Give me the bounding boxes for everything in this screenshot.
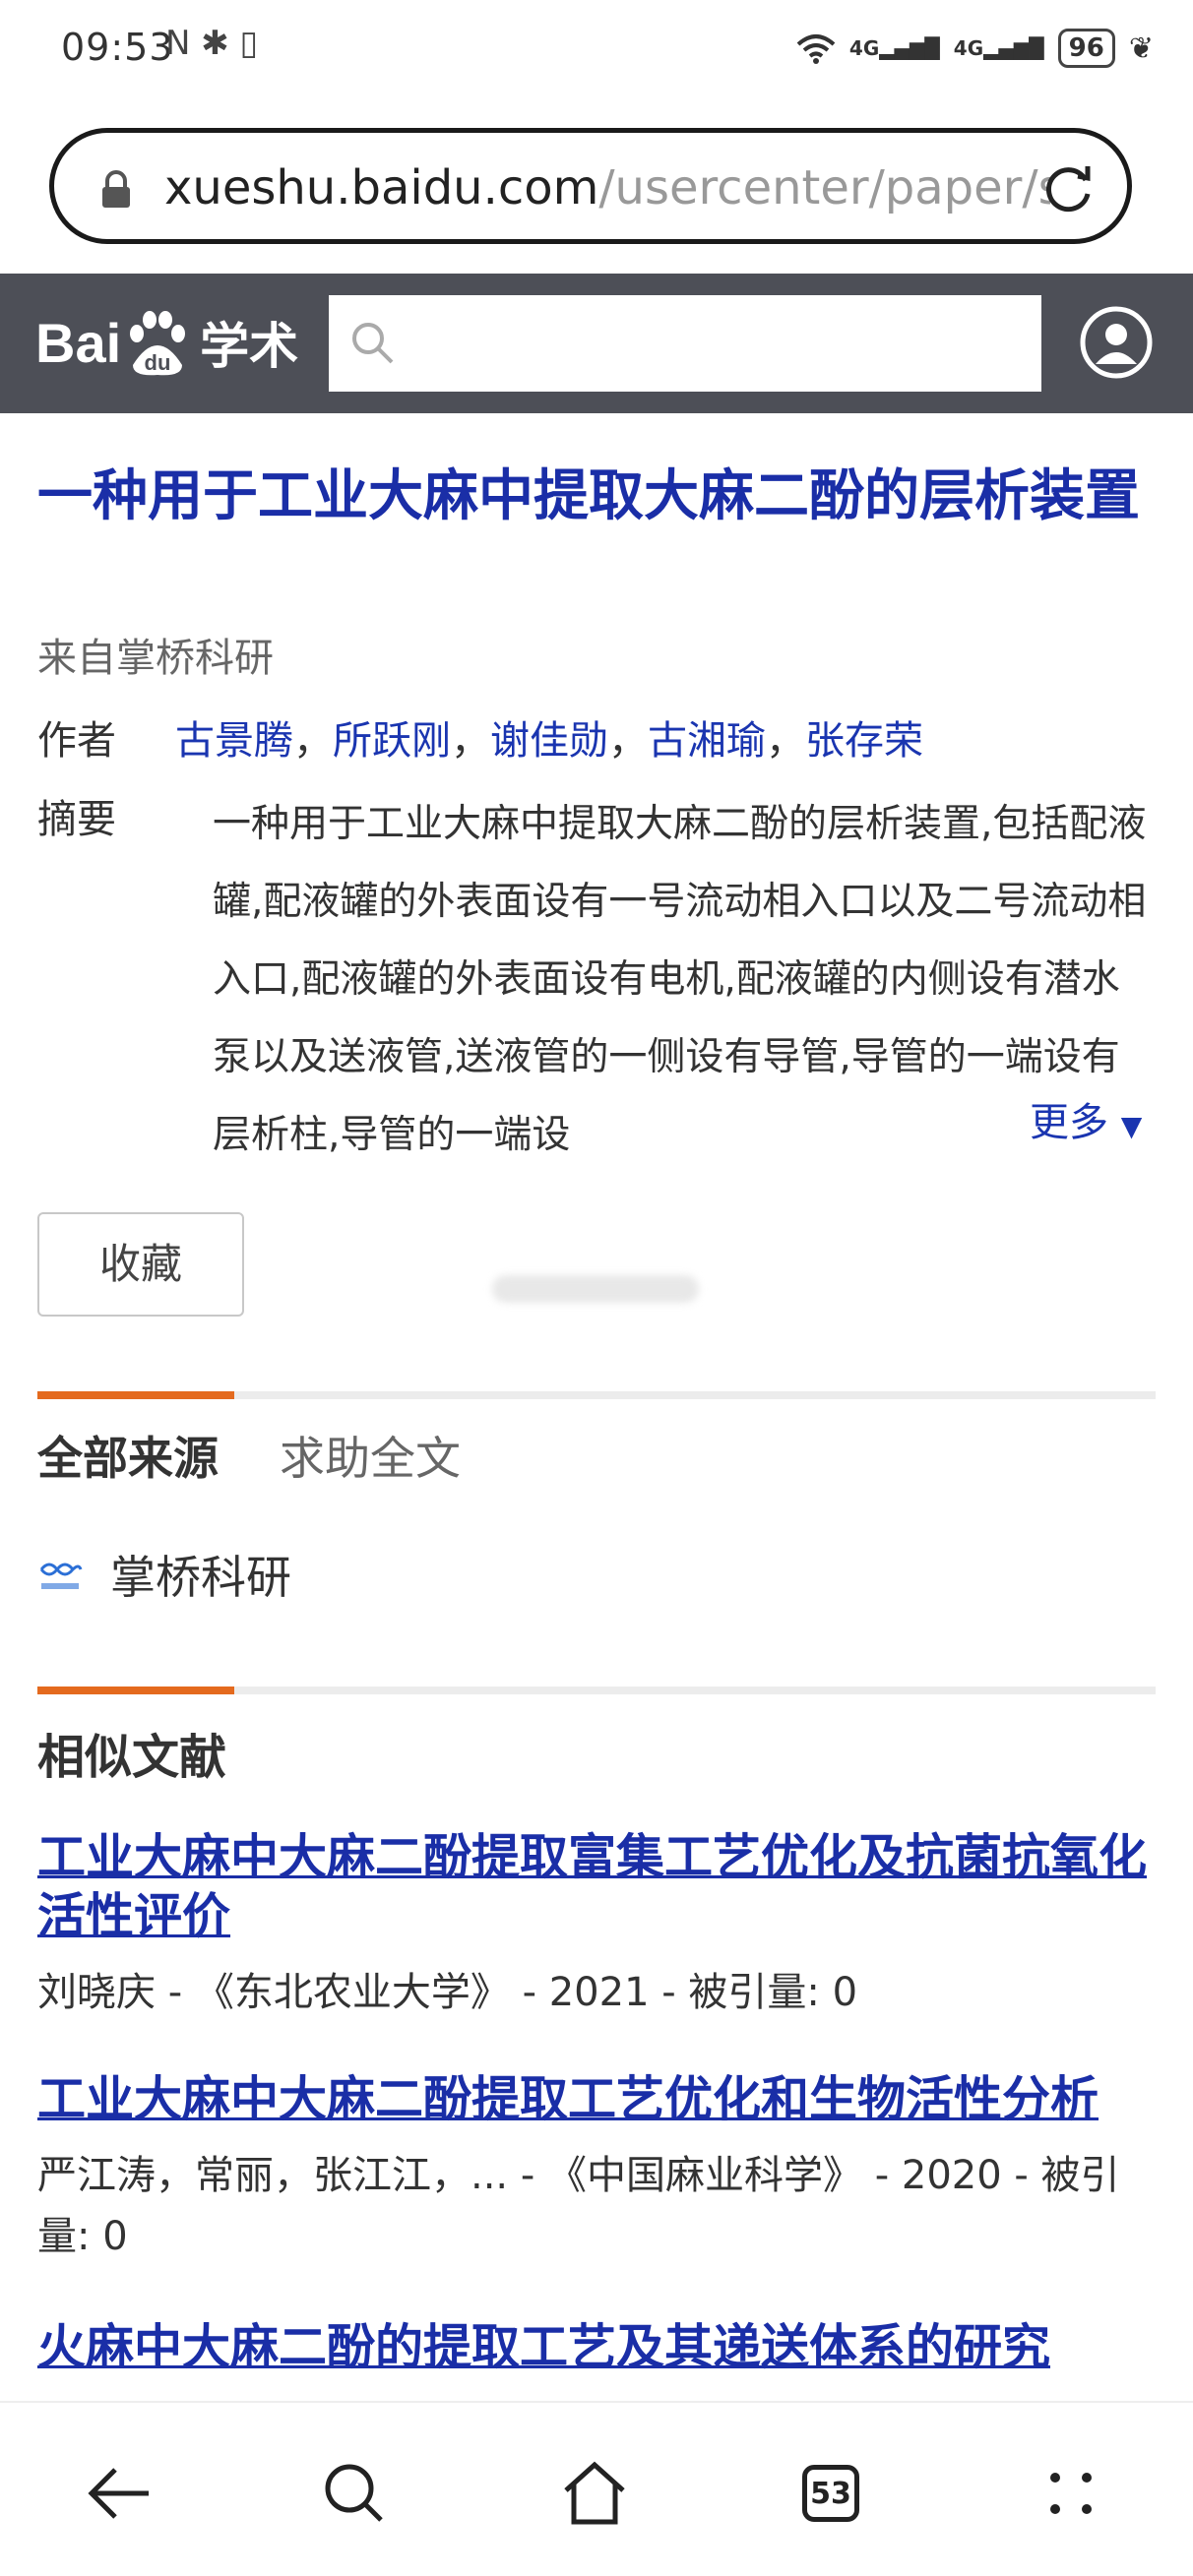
tabs-button[interactable]: 53: [791, 2454, 870, 2533]
search-input[interactable]: [329, 295, 1041, 392]
divider-accent: [37, 1391, 234, 1399]
wifi-icon: [796, 34, 836, 64]
battery-icon: 96: [1057, 29, 1115, 68]
search-icon: [352, 323, 394, 364]
author-link[interactable]: 张存荣: [805, 718, 923, 764]
home-icon: [564, 2461, 625, 2525]
back-arrow-icon: [88, 2468, 149, 2519]
leaf-icon: ❦: [1128, 31, 1154, 66]
similar-paper-meta: 刘晓庆 - 《东北农业大学》 - 2021 - 被引量: 0: [37, 1970, 858, 2015]
status-right-icons: 4G▂▄▆█ 4G▂▄▆█ 96 ❦: [796, 24, 1154, 73]
signal-2-label: 4G: [953, 36, 984, 60]
lock-icon: [102, 170, 130, 208]
paw-icon: du: [123, 308, 192, 377]
url-host: xueshu.baidu.com: [164, 160, 599, 215]
search-button[interactable]: [315, 2454, 394, 2533]
author-link[interactable]: 古景腾: [175, 718, 293, 764]
tabs-count: 53: [802, 2465, 859, 2522]
divider-accent: [37, 1687, 234, 1694]
signal-1-label: 4G: [848, 36, 880, 60]
signal-1-icon: 4G▂▄▆█: [848, 36, 940, 60]
abstract-label: 摘要: [37, 797, 116, 842]
more-label: 更多: [1030, 1100, 1108, 1145]
logo-du-text: du: [145, 350, 171, 375]
zhangqiao-logo-icon: [37, 1552, 83, 1597]
logo-bai-text: Bai: [35, 311, 122, 374]
bottom-nav: 53: [0, 2401, 1193, 2576]
authors-list: 古景腾，所跃刚，谢佳勋，古湘瑜，张存荣: [175, 718, 923, 764]
url-path: /usercenter/paper/s: [598, 160, 1050, 215]
back-button[interactable]: [81, 2454, 159, 2533]
tab-request-fulltext[interactable]: 求助全文: [280, 1423, 461, 1488]
baidu-xueshu-logo[interactable]: Bai du 学术: [35, 303, 298, 382]
notification-icons: N ✱ ▯: [165, 24, 259, 63]
authors-label: 作者: [37, 718, 116, 764]
logo-product-text: 学术: [200, 318, 299, 375]
section-divider: [37, 1687, 1156, 1694]
paper-title[interactable]: 一种用于工业大麻中提取大麻二酚的层析装置: [37, 459, 1160, 535]
source-item[interactable]: 掌桥科研: [37, 1535, 291, 1614]
site-header: Bai du 学术: [0, 274, 1193, 413]
menu-dots-icon: [1050, 2473, 1092, 2514]
author-link[interactable]: 所跃刚: [333, 718, 451, 764]
search-icon: [325, 2464, 383, 2522]
abstract-fade: [965, 1092, 1028, 1151]
more-button[interactable]: 更多 ▼: [1024, 1090, 1143, 1147]
similar-heading: 相似文献: [37, 1730, 227, 1785]
menu-button[interactable]: [1032, 2454, 1110, 2533]
section-divider: [37, 1391, 1156, 1399]
similar-paper-title[interactable]: 工业大麻中大麻二酚提取工艺优化和生物活性分析: [37, 2070, 1160, 2129]
reload-icon[interactable]: [1038, 158, 1098, 217]
tab-all-sources[interactable]: 全部来源: [37, 1423, 219, 1488]
similar-paper-title[interactable]: 火麻中大麻二酚的提取工艺及其递送体系的研究: [37, 2318, 1160, 2377]
author-link[interactable]: 谢佳勋: [490, 718, 608, 764]
similar-paper-meta: 严江涛，常丽，张江江，... - 《中国麻业科学》 - 2020 - 被引量: …: [37, 2153, 1120, 2259]
url-text[interactable]: xueshu.baidu.com/usercenter/paper/s: [164, 160, 1050, 215]
status-time: 09:53: [61, 26, 174, 69]
home-button[interactable]: [555, 2454, 634, 2533]
similar-paper-title[interactable]: 工业大麻中大麻二酚提取富集工艺优化及抗菌抗氧化活性评价: [37, 1828, 1160, 1946]
status-bar: 09:53 N ✱ ▯ 4G▂▄▆█ 4G▂▄▆█ 96 ❦: [0, 0, 1193, 98]
signal-2-icon: 4G▂▄▆█: [953, 36, 1044, 60]
user-icon[interactable]: [1079, 305, 1154, 380]
blurred-element: [492, 1275, 699, 1303]
collect-button[interactable]: 收藏: [37, 1212, 244, 1317]
paper-source: 来自掌桥科研: [37, 636, 274, 681]
url-bar[interactable]: xueshu.baidu.com/usercenter/paper/s: [49, 128, 1132, 244]
source-name: 掌桥科研: [110, 1551, 291, 1604]
caret-down-icon: ▼: [1120, 1110, 1143, 1142]
author-link[interactable]: 古湘瑜: [648, 718, 766, 764]
